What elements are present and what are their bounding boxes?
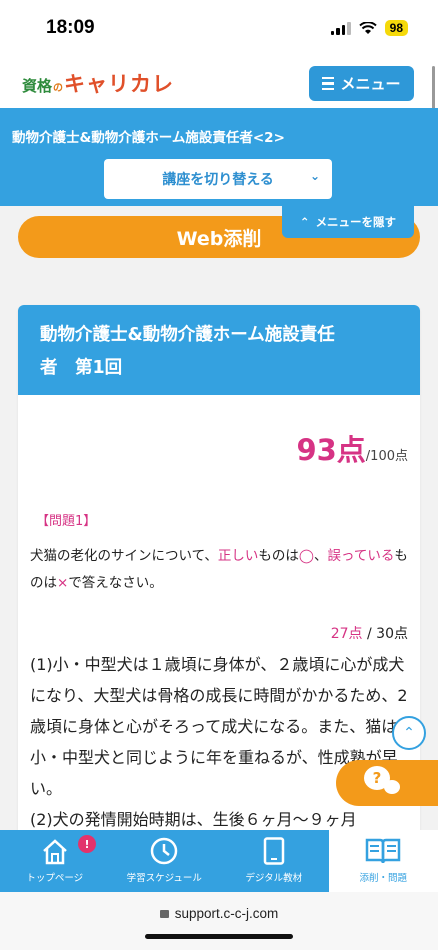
qa-button[interactable]: ? xyxy=(336,760,438,806)
logo-main: キャリカレ xyxy=(64,72,175,96)
lock-icon xyxy=(159,910,169,918)
question-text: 犬猫の老化のサインについて、正しいものは◯、誤っているものは×で答えなさい。 xyxy=(30,543,410,597)
wifi-icon xyxy=(358,21,377,34)
url-display[interactable]: support.c-c-j.com xyxy=(0,906,438,921)
tab-bar: ! トップページ 学習スケジュール デジタル教材 添削・問題 xyxy=(0,830,438,892)
card-header: 動物介護士&動物介護ホーム施設責任 者 第1回 xyxy=(18,305,420,395)
notification-badge: ! xyxy=(78,835,96,853)
question-text-part: 犬猫の老化のサインについて、 xyxy=(30,548,218,564)
question-icon: ? xyxy=(364,766,390,790)
question-score-value: 27点 xyxy=(330,626,363,642)
question-label: 【問題1】 xyxy=(36,514,97,529)
logo-no: の xyxy=(53,83,64,94)
logo[interactable]: 資格 の キャリカレ xyxy=(22,68,174,98)
score: 93点 /100点 xyxy=(296,427,408,469)
switch-course-label: 講座を切り替える xyxy=(162,172,274,188)
card-title-line2: 者 第1回 xyxy=(40,358,123,378)
tab-schedule[interactable]: 学習スケジュール xyxy=(110,830,220,892)
book-icon xyxy=(366,838,401,864)
home-icon xyxy=(42,839,67,865)
course-bar: 動物介護士&動物介護ホーム施設責任者<2> 講座を切り替える ⌄ xyxy=(0,108,438,206)
course-title: 動物介護士&動物介護ホーム施設責任者<2> xyxy=(12,130,285,146)
scroll-top-button[interactable]: ⌃ xyxy=(392,716,426,750)
chevron-down-icon: ⌄ xyxy=(309,169,320,183)
url-text: support.c-c-j.com xyxy=(174,906,279,921)
card-title-line1: 動物介護士&動物介護ホーム施設責任 xyxy=(40,325,335,345)
circle-mark: ◯ xyxy=(298,548,315,564)
home-indicator xyxy=(145,934,293,939)
tab-label: 学習スケジュール xyxy=(126,873,202,884)
signal-icon xyxy=(330,21,351,35)
tab-digital-materials[interactable]: デジタル教材 xyxy=(219,830,329,892)
hide-menu-label: メニューを隠す xyxy=(315,215,397,229)
question-text-part: で答えなさい。 xyxy=(68,575,163,591)
hide-menu-button[interactable]: ⌃ メニューを隠す xyxy=(282,206,414,238)
status-bar: 18:09 98 xyxy=(0,0,438,58)
question-score-total: / 30点 xyxy=(362,626,408,642)
tab-top-page[interactable]: ! トップページ xyxy=(0,830,110,892)
answer-text: (1)小・中型犬は１歳頃に身体が、２歳頃に心が成犬になり、大型犬は骨格の成長に時… xyxy=(30,649,414,835)
score-total: /100点 xyxy=(365,449,408,464)
menu-label: メニュー xyxy=(340,75,401,93)
switch-course-button[interactable]: 講座を切り替える ⌄ xyxy=(104,159,332,199)
tab-label: 添削・問題 xyxy=(359,873,407,884)
site-header: 資格 の キャリカレ メニュー xyxy=(0,58,438,108)
question-text-part: ものは xyxy=(258,548,299,564)
question-score: 27点 / 30点 xyxy=(331,623,408,643)
logo-small: 資格 xyxy=(22,77,53,95)
chevron-up-icon: ⌃ xyxy=(403,725,415,741)
score-value: 93点 xyxy=(296,433,366,467)
clock-icon xyxy=(151,837,178,865)
menu-button[interactable]: メニュー xyxy=(309,66,414,101)
tab-correction[interactable]: 添削・問題 xyxy=(328,830,438,892)
browser-url-bar: support.c-c-j.com xyxy=(0,892,438,950)
status-time: 18:09 xyxy=(46,17,95,38)
cross-mark: × xyxy=(57,575,69,591)
chevron-up-icon: ⌃ xyxy=(299,215,310,229)
status-icons: 98 xyxy=(330,20,408,36)
hamburger-icon xyxy=(322,76,335,91)
question-text-part: 、 xyxy=(314,548,328,564)
scrollbar[interactable] xyxy=(432,66,435,114)
tab-label: デジタル教材 xyxy=(245,873,303,884)
question-correct: 正しい xyxy=(217,548,259,564)
battery-icon: 98 xyxy=(384,20,408,36)
tab-label: トップページ xyxy=(26,873,84,884)
tablet-icon xyxy=(263,837,284,865)
question-wrong: 誤っている xyxy=(327,548,395,564)
